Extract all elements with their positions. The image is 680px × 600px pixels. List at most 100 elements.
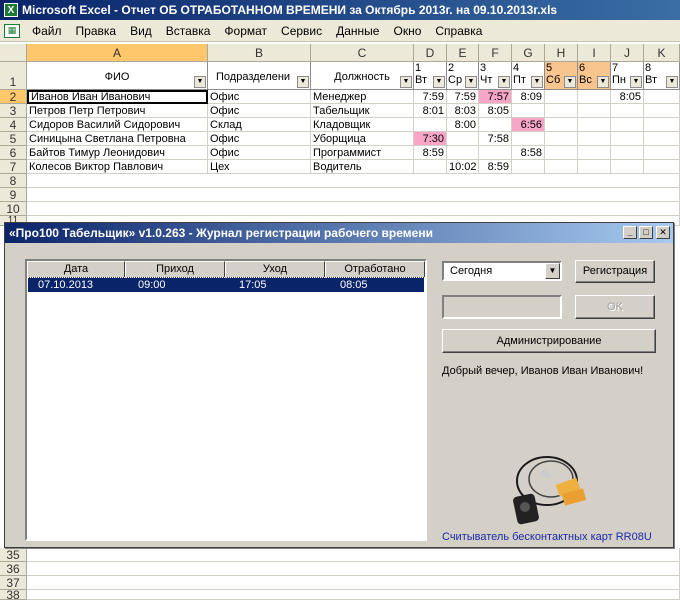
cell-time[interactable]	[611, 132, 644, 146]
menu-view[interactable]: Вид	[130, 24, 152, 38]
header-day-4[interactable]: 4 Пт ▼	[512, 62, 545, 90]
empty-row[interactable]	[27, 576, 680, 590]
cell-time[interactable]	[611, 118, 644, 132]
empty-row[interactable]	[27, 590, 680, 600]
cell-time[interactable]: 8:59	[479, 160, 512, 174]
header-day-8[interactable]: 8 Вт ▼	[644, 62, 680, 90]
menu-tools[interactable]: Сервис	[281, 24, 322, 38]
menu-format[interactable]: Формат	[224, 24, 267, 38]
column-header-c[interactable]: C	[311, 44, 414, 62]
cell-time[interactable]	[578, 160, 611, 174]
cell-fio[interactable]: Синицына Светлана Петровна	[27, 132, 208, 146]
filter-dropdown-icon[interactable]: ▼	[465, 76, 477, 88]
row-header-5[interactable]: 5	[0, 132, 27, 146]
column-header-b[interactable]: B	[208, 44, 311, 62]
header-day-7[interactable]: 7 Пн ▼	[611, 62, 644, 90]
cell-time[interactable]	[512, 132, 545, 146]
cell-time[interactable]	[479, 146, 512, 160]
cell-time[interactable]	[545, 90, 578, 104]
row-header-36[interactable]: 36	[0, 562, 27, 576]
cell-time[interactable]: 7:30	[414, 132, 447, 146]
cell-dept[interactable]: Склад	[208, 118, 311, 132]
cell-time[interactable]	[578, 90, 611, 104]
column-header-i[interactable]: I	[578, 44, 611, 62]
column-header-k[interactable]: K	[644, 44, 680, 62]
cell-time[interactable]: 8:01	[414, 104, 447, 118]
cell-time[interactable]	[447, 146, 479, 160]
menu-file[interactable]: Файл	[32, 24, 62, 38]
cell-time[interactable]	[479, 118, 512, 132]
workbook-icon[interactable]: ▦	[4, 23, 20, 38]
cell-dept[interactable]: Цех	[208, 160, 311, 174]
header-day-6[interactable]: 6 Вс ▼	[578, 62, 611, 90]
empty-row[interactable]	[27, 562, 680, 576]
cell-time[interactable]	[611, 160, 644, 174]
row-header-3[interactable]: 3	[0, 104, 27, 118]
cell-dept[interactable]: Офис	[208, 104, 311, 118]
row-header-10[interactable]: 10	[0, 202, 27, 216]
cell-fio[interactable]: Петров Петр Петрович	[27, 104, 208, 118]
cell-position[interactable]: Кладовщик	[311, 118, 414, 132]
cell-position[interactable]: Программист	[311, 146, 414, 160]
cell-time[interactable]: 7:59	[414, 90, 447, 104]
cell-time[interactable]	[414, 160, 447, 174]
cell-dept[interactable]: Офис	[208, 132, 311, 146]
filter-dropdown-icon[interactable]: ▼	[297, 76, 309, 88]
ok-button[interactable]: OK	[575, 295, 655, 319]
row-header-2[interactable]: 2	[0, 90, 27, 104]
cell-time[interactable]	[578, 104, 611, 118]
column-header-f[interactable]: F	[479, 44, 512, 62]
cell-time[interactable]: 7:59	[447, 90, 479, 104]
column-header-h[interactable]: H	[545, 44, 578, 62]
filter-dropdown-icon[interactable]: ▼	[498, 76, 510, 88]
cell-fio[interactable]: Сидоров Василий Сидорович	[27, 118, 208, 132]
cell-time[interactable]	[414, 118, 447, 132]
cell-position[interactable]: Водитель	[311, 160, 414, 174]
cell-time[interactable]	[611, 104, 644, 118]
header-day-2[interactable]: 2 Ср ▼	[447, 62, 479, 90]
cell-time[interactable]	[644, 146, 680, 160]
list-header-date[interactable]: Дата	[27, 261, 125, 278]
row-header-1[interactable]: 1	[0, 62, 27, 90]
cell-time[interactable]: 8:09	[512, 90, 545, 104]
filter-dropdown-icon[interactable]: ▼	[531, 76, 543, 88]
filter-dropdown-icon[interactable]: ▼	[194, 76, 206, 88]
empty-row[interactable]	[27, 174, 680, 188]
cell-time[interactable]: 7:57	[479, 90, 512, 104]
column-header-g[interactable]: G	[512, 44, 545, 62]
cell-time[interactable]: 6:56	[512, 118, 545, 132]
row-header-38[interactable]: 38	[0, 589, 27, 600]
menu-window[interactable]: Окно	[393, 24, 421, 38]
administration-button[interactable]: Администрирование	[442, 329, 656, 353]
maximize-icon[interactable]: □	[639, 226, 653, 239]
cell-time[interactable]	[578, 146, 611, 160]
cell-time[interactable]	[644, 90, 680, 104]
cell-time[interactable]	[644, 160, 680, 174]
empty-row[interactable]	[27, 548, 680, 562]
registration-list[interactable]: Дата Приход Уход Отработано 07.10.2013 0…	[25, 259, 427, 541]
filter-dropdown-icon[interactable]: ▼	[666, 76, 678, 88]
cell-time[interactable]: 7:58	[479, 132, 512, 146]
cell-time[interactable]	[512, 104, 545, 118]
list-header-out[interactable]: Уход	[225, 261, 325, 278]
cell-fio[interactable]: Иванов Иван Иванович	[27, 90, 208, 104]
filter-dropdown-icon[interactable]: ▼	[400, 76, 412, 88]
cell-position[interactable]: Табельщик	[311, 104, 414, 118]
cell-time[interactable]	[578, 132, 611, 146]
cell-position[interactable]: Менеджер	[311, 90, 414, 104]
row-header-35[interactable]: 35	[0, 548, 27, 562]
menu-insert[interactable]: Вставка	[166, 24, 211, 38]
chevron-down-icon[interactable]: ▼	[545, 263, 560, 279]
card-code-field[interactable]	[442, 295, 562, 319]
header-day-1[interactable]: 1 Вт ▼	[414, 62, 447, 90]
cell-position[interactable]: Уборщица	[311, 132, 414, 146]
column-header-a[interactable]: A	[27, 44, 208, 62]
cell-time[interactable]: 10:02	[447, 160, 479, 174]
row-header-4[interactable]: 4	[0, 118, 27, 132]
cell-time[interactable]	[447, 132, 479, 146]
row-header-8[interactable]: 8	[0, 174, 27, 188]
cell-time[interactable]: 8:59	[414, 146, 447, 160]
header-day-5[interactable]: 5 Сб ▼	[545, 62, 578, 90]
row-header-9[interactable]: 9	[0, 188, 27, 202]
cell-time[interactable]	[578, 118, 611, 132]
